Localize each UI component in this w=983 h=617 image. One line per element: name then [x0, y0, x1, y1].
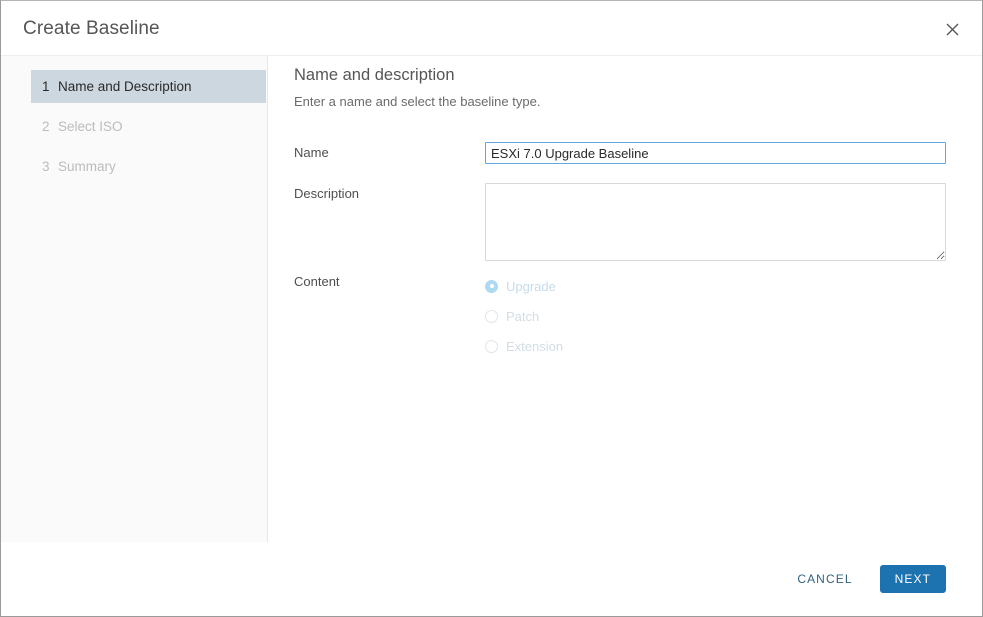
step-number: 1 [42, 79, 50, 94]
step-number: 2 [42, 119, 50, 134]
page-subtitle: Enter a name and select the baseline typ… [294, 94, 541, 109]
close-icon[interactable] [938, 15, 966, 43]
dialog-title: Create Baseline [23, 18, 160, 39]
wizard-step-nav: 1 Name and Description 2 Select ISO 3 Su… [1, 56, 268, 542]
description-field-row: Description [294, 183, 946, 261]
name-input[interactable] [484, 141, 947, 165]
content-field-row: Content Upgrade Patch Extension [294, 271, 946, 361]
create-baseline-dialog: Create Baseline 1 Name and Description 2… [0, 0, 983, 617]
sidebar-item-name-and-description[interactable]: 1 Name and Description [31, 70, 266, 103]
radio-option-patch[interactable]: Patch [485, 301, 946, 331]
sidebar-item-select-iso[interactable]: 2 Select ISO [31, 110, 266, 143]
description-field-label: Description [294, 186, 360, 201]
radio-option-extension[interactable]: Extension [485, 331, 946, 361]
dialog-footer: CANCEL NEXT [1, 542, 982, 616]
wizard-content-panel: Name and description Enter a name and se… [268, 56, 982, 542]
step-number: 3 [42, 159, 50, 174]
step-label: Select ISO [58, 119, 123, 134]
radio-unselected-icon [485, 339, 498, 353]
dialog-header: Create Baseline [1, 1, 982, 56]
content-field-label: Content [294, 274, 340, 289]
step-label: Summary [58, 159, 116, 174]
page-title: Name and description [294, 66, 455, 84]
name-field-label: Name [294, 145, 329, 160]
next-button[interactable]: NEXT [879, 565, 946, 593]
radio-selected-icon [485, 279, 498, 293]
radio-label: Extension [506, 338, 564, 354]
radio-label: Patch [506, 308, 540, 324]
radio-option-upgrade[interactable]: Upgrade [485, 271, 946, 301]
radio-unselected-icon [485, 309, 498, 323]
step-label: Name and Description [58, 79, 192, 94]
dialog-body: 1 Name and Description 2 Select ISO 3 Su… [1, 56, 982, 542]
sidebar-item-summary[interactable]: 3 Summary [31, 150, 266, 183]
content-radio-group: Upgrade Patch Extension [485, 271, 946, 361]
name-field-row: Name [294, 141, 947, 165]
description-textarea[interactable] [485, 183, 946, 261]
radio-label: Upgrade [506, 278, 556, 294]
cancel-button[interactable]: CANCEL [782, 565, 867, 593]
